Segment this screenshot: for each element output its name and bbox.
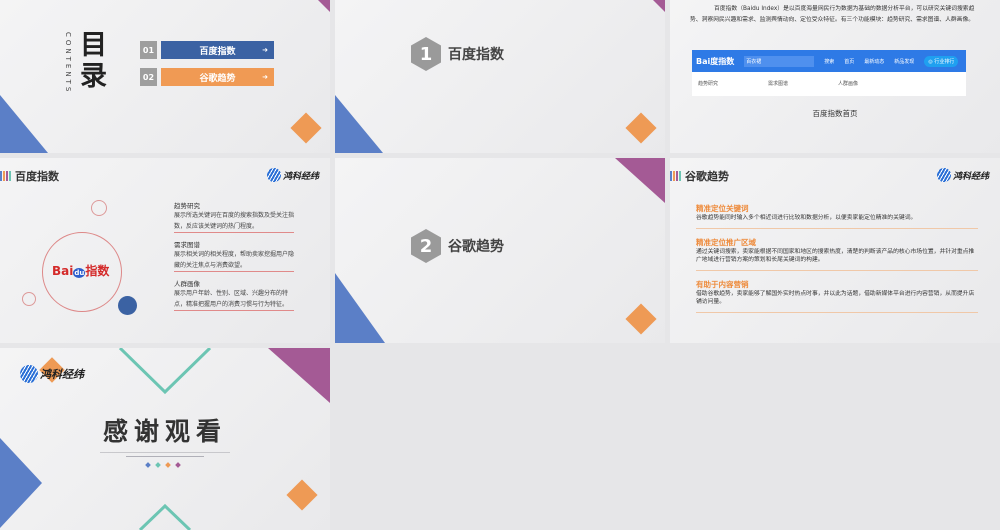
slide-thumbnail-toc[interactable]: CONTENTS 目录 01 百度指数 ➜ 02 谷歌趋势 ➜ bbox=[0, 0, 330, 153]
feature-title: 精准定位关键词 bbox=[696, 204, 749, 213]
feature-desc: 谷歌趋势能同时输入多个相近词进行比较和数据分析，以便卖家能定位精准的关键词。 bbox=[696, 214, 978, 229]
purple-corner bbox=[615, 158, 665, 203]
deco-circle bbox=[22, 292, 36, 306]
teal-chevron-bottom bbox=[138, 503, 192, 530]
feature-title: 精准定位推广区域 bbox=[696, 238, 756, 247]
search-input: 百衣裙 bbox=[744, 55, 815, 67]
baidu-index-logo: Baidu指数 bbox=[52, 264, 110, 278]
thanks-title: 感谢观看 bbox=[102, 417, 227, 446]
slide-thumbnail-section-1[interactable]: 1 百度指数 bbox=[335, 0, 665, 153]
blue-triangle bbox=[335, 273, 385, 343]
caption: 百度指数首页 bbox=[812, 109, 858, 118]
section-number: 2 bbox=[411, 229, 441, 263]
stripes-icon bbox=[0, 171, 11, 181]
rank-button: ◎ 行业排行 bbox=[924, 55, 959, 67]
baidu-screenshot: Bai度指数 百衣裙 搜索 首页 最新动态 新品发现 ◎ 行业排行 趋势研究 需… bbox=[692, 50, 966, 96]
arrow-right-icon: ➜ bbox=[262, 46, 268, 54]
baidu-logo: Bai度指数 bbox=[696, 56, 735, 66]
company-logo: 鸿科经纬 bbox=[937, 168, 989, 182]
stripes-icon bbox=[670, 171, 681, 181]
company-logo: 鸿科经纬 bbox=[20, 365, 84, 383]
orange-diamond bbox=[290, 112, 322, 144]
feature-title: 人群画像 bbox=[174, 280, 200, 288]
contents-label: CONTENTS bbox=[64, 32, 72, 95]
slide-thumbnail-baidu-detail[interactable]: 百度指数 鸿科经纬 Baidu指数 趋势研究 展示所选关键词在百度的搜索指数及受… bbox=[0, 158, 330, 343]
feature-desc: 通过关键词搜索，卖家能根据不同国家和地区的搜索热度，清楚的判断该产品的核心市场位… bbox=[696, 248, 978, 271]
slide-title: 谷歌趋势 bbox=[685, 170, 729, 183]
feature-desc: 借助谷歌趋势，卖家能够了解国外实时热点时事，并以此为话题，借助新媒体平台进行内容… bbox=[696, 290, 978, 313]
blue-triangle bbox=[0, 95, 48, 153]
feature-title: 趋势研究 bbox=[174, 202, 200, 210]
toc-item-2[interactable]: 02 谷歌趋势 ➜ bbox=[140, 68, 274, 86]
toc-label: 百度指数 bbox=[199, 46, 236, 57]
slide-thumbnail-section-2[interactable]: 2 谷歌趋势 bbox=[335, 158, 665, 343]
feature-title: 有助于内容营销 bbox=[696, 280, 749, 289]
blue-triangle bbox=[335, 95, 383, 153]
slide-title: 百度指数 bbox=[15, 170, 59, 183]
slide-thumbnail-baidu-intro[interactable]: 百度指数（Baidu Index）是以百度海量网民行为数据为基础的数据分析平台，… bbox=[670, 0, 1000, 153]
toc-title: 目录 bbox=[80, 30, 107, 92]
nav-item: 新品发现 bbox=[894, 58, 915, 65]
tab: 需求图谱 bbox=[768, 81, 789, 87]
dots bbox=[145, 462, 181, 468]
section-title: 百度指数 bbox=[448, 47, 504, 63]
feature-desc: 展示用户年龄、性别、区域、兴趣分布的特点，精准把握用户的消费习惯与行为特征。 bbox=[174, 288, 294, 311]
arrow-right-icon: ➜ bbox=[262, 73, 268, 81]
feature-title: 需求图谱 bbox=[174, 241, 200, 249]
purple-corner bbox=[268, 348, 330, 403]
toc-item-1[interactable]: 01 百度指数 ➜ bbox=[140, 41, 274, 59]
deco-dot bbox=[118, 296, 137, 315]
divider bbox=[126, 456, 204, 457]
orange-diamond bbox=[625, 112, 657, 144]
toc-num: 01 bbox=[140, 41, 157, 59]
tab: 趋势研究 bbox=[698, 81, 719, 87]
slide-thumbnail-google-detail[interactable]: 谷歌趋势 鸿科经纬 精准定位关键词 谷歌趋势能同时输入多个相近词进行比较和数据分… bbox=[670, 158, 1000, 343]
feature-list: 精准定位关键词 谷歌趋势能同时输入多个相近词进行比较和数据分析，以便卖家能定位精… bbox=[696, 203, 978, 321]
feature-desc: 展示相关词的相关程度，帮助卖家挖掘用户隐藏的关注焦点与消费欲望。 bbox=[174, 249, 294, 272]
nav-item: 首页 bbox=[844, 58, 855, 65]
company-logo: 鸿科经纬 bbox=[267, 168, 319, 182]
purple-corner bbox=[318, 0, 330, 12]
blue-triangle bbox=[0, 438, 42, 528]
purple-corner bbox=[653, 0, 665, 12]
search-button: 搜索 bbox=[824, 58, 835, 65]
section-title: 谷歌趋势 bbox=[448, 239, 504, 255]
deco-circle bbox=[91, 200, 107, 216]
tab: 人群画像 bbox=[838, 81, 859, 87]
nav-item: 最新动态 bbox=[864, 58, 885, 65]
feature-desc: 展示所选关键词在百度的搜索指数及受关注指数，反应该关键词的热门程度。 bbox=[174, 210, 294, 233]
slide-header: 谷歌趋势 bbox=[670, 168, 729, 184]
teal-chevron-top bbox=[118, 348, 212, 395]
toc-label: 谷歌趋势 bbox=[199, 73, 236, 84]
orange-diamond bbox=[625, 303, 657, 335]
section-number: 1 bbox=[411, 37, 441, 71]
slide-header: 百度指数 bbox=[0, 168, 59, 184]
toc-num: 02 bbox=[140, 68, 157, 86]
slide-thumbnail-thanks[interactable]: 鸿科经纬 感谢观看 bbox=[0, 348, 330, 530]
feature-list: 趋势研究 展示所选关键词在百度的搜索指数及受关注指数，反应该关键词的热门程度。 … bbox=[174, 194, 294, 311]
intro-text: 百度指数（Baidu Index）是以百度海量网民行为数据为基础的数据分析平台，… bbox=[690, 6, 975, 23]
divider bbox=[100, 452, 230, 453]
